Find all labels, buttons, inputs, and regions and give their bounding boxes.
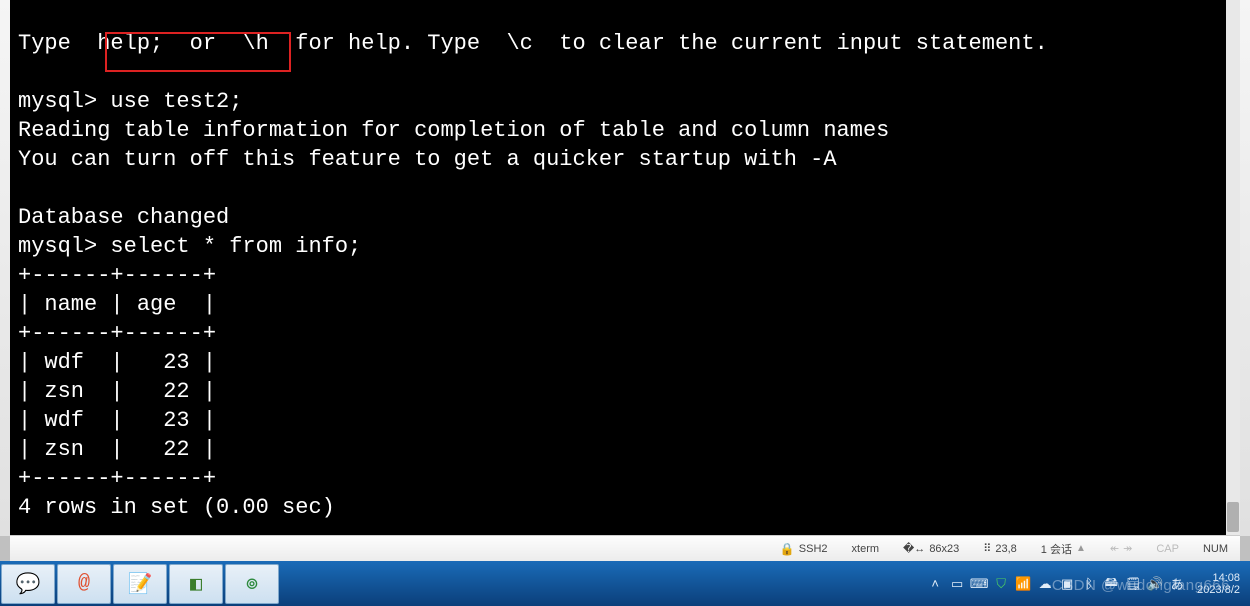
spiral-icon: @ xyxy=(78,572,90,595)
volume-icon[interactable]: 🔊 xyxy=(1147,576,1163,592)
arrow-left-icon: ↞ xyxy=(1110,542,1119,555)
green-square-icon: ◧ xyxy=(190,571,202,597)
taskbar-app-wechat[interactable]: 💬 xyxy=(1,564,55,604)
display-icon[interactable]: ▣ xyxy=(1059,576,1075,592)
taskbar-clock[interactable]: 14:08 2023/8/2 xyxy=(1197,572,1240,596)
scrollbar-thumb[interactable] xyxy=(1227,502,1239,532)
status-ssh: 🔒SSH2 xyxy=(780,542,828,556)
lock-icon: 🔒 xyxy=(780,542,795,556)
status-bar: 🔒SSH2 xterm �⁠↔86x23 ⠿23,8 1 会话 ▲ ↞ ↠ CA… xyxy=(10,535,1240,561)
battery-icon[interactable]: ▭ xyxy=(949,576,965,592)
msg-db-changed: Database changed xyxy=(18,205,229,230)
status-pos: ⠿23,8 xyxy=(983,542,1016,555)
mysql-prompt: mysql> xyxy=(18,89,97,114)
resize-icon: �⁠↔ xyxy=(903,542,925,555)
terminal[interactable]: Type help; or \h for help. Type \c to cl… xyxy=(10,0,1240,536)
status-cap: CAP xyxy=(1156,543,1179,555)
table-row: | wdf | 23 | xyxy=(18,408,216,433)
chevron-up-icon: ▲ xyxy=(1076,543,1086,554)
note-icon[interactable]: 🗒 xyxy=(1125,576,1141,592)
taskbar-app-browser[interactable]: ⊚ xyxy=(225,564,279,604)
notepad-icon: 📝 xyxy=(128,571,153,597)
cmd-use-test2: use test2; xyxy=(97,89,242,114)
cmd-select-info: mysql> select * from info; xyxy=(18,234,361,259)
table-row: | zsn | 22 | xyxy=(18,437,216,462)
taskbar-app-green[interactable]: ◧ xyxy=(169,564,223,604)
arrow-right-icon: ↠ xyxy=(1123,542,1132,555)
table-header-row: | name | age | xyxy=(18,292,216,317)
wechat-icon: 💬 xyxy=(16,571,41,597)
status-sessions[interactable]: 1 会话 ▲ xyxy=(1041,541,1086,557)
drive-icon[interactable]: 🖴 xyxy=(1103,576,1119,592)
window-right-border xyxy=(1240,0,1250,536)
table-border-bot: +------+------+ xyxy=(18,466,216,491)
tray-up-icon[interactable]: ˄ xyxy=(927,576,943,592)
status-nav-arrows: ↞ ↠ xyxy=(1110,542,1132,555)
ime-icon[interactable]: あ xyxy=(1169,576,1185,592)
bluetooth-icon[interactable]: ᛒ xyxy=(1081,576,1097,592)
table-row: | zsn | 22 | xyxy=(18,379,216,404)
taskbar-app-notepadpp[interactable]: 📝 xyxy=(113,564,167,604)
globe-icon: ⊚ xyxy=(246,571,258,597)
terminal-prev-line: Type help; or \h for help. Type \c to cl… xyxy=(18,31,1048,56)
status-num: NUM xyxy=(1203,543,1228,555)
status-size: �⁠↔86x23 xyxy=(903,542,959,555)
system-tray[interactable]: ˄ ▭ ⌨ ⛉ 📶 ☁ ▣ ᛒ 🖴 🗒 🔊 あ 14:08 2023/8/2 xyxy=(917,572,1250,596)
shield-icon[interactable]: ⛉ xyxy=(993,576,1009,592)
keyboard-icon[interactable]: ⌨ xyxy=(971,576,987,592)
status-term: xterm xyxy=(852,543,880,555)
msg-reading-2: You can turn off this feature to get a q… xyxy=(18,147,837,172)
cloud-icon[interactable]: ☁ xyxy=(1037,576,1053,592)
taskbar-app-spiral[interactable]: @ xyxy=(57,564,111,604)
position-icon: ⠿ xyxy=(983,542,991,555)
table-row: | wdf | 23 | xyxy=(18,350,216,375)
table-border-top: +------+------+ xyxy=(18,263,216,288)
table-border-mid: +------+------+ xyxy=(18,321,216,346)
msg-reading-1: Reading table information for completion… xyxy=(18,118,889,143)
taskbar[interactable]: 💬 @ 📝 ◧ ⊚ ˄ ▭ ⌨ ⛉ 📶 ☁ ▣ ᛒ 🖴 🗒 🔊 あ 14:08 … xyxy=(0,561,1250,606)
result-footer: 4 rows in set (0.00 sec) xyxy=(18,495,335,520)
wifi-icon[interactable]: 📶 xyxy=(1015,576,1031,592)
